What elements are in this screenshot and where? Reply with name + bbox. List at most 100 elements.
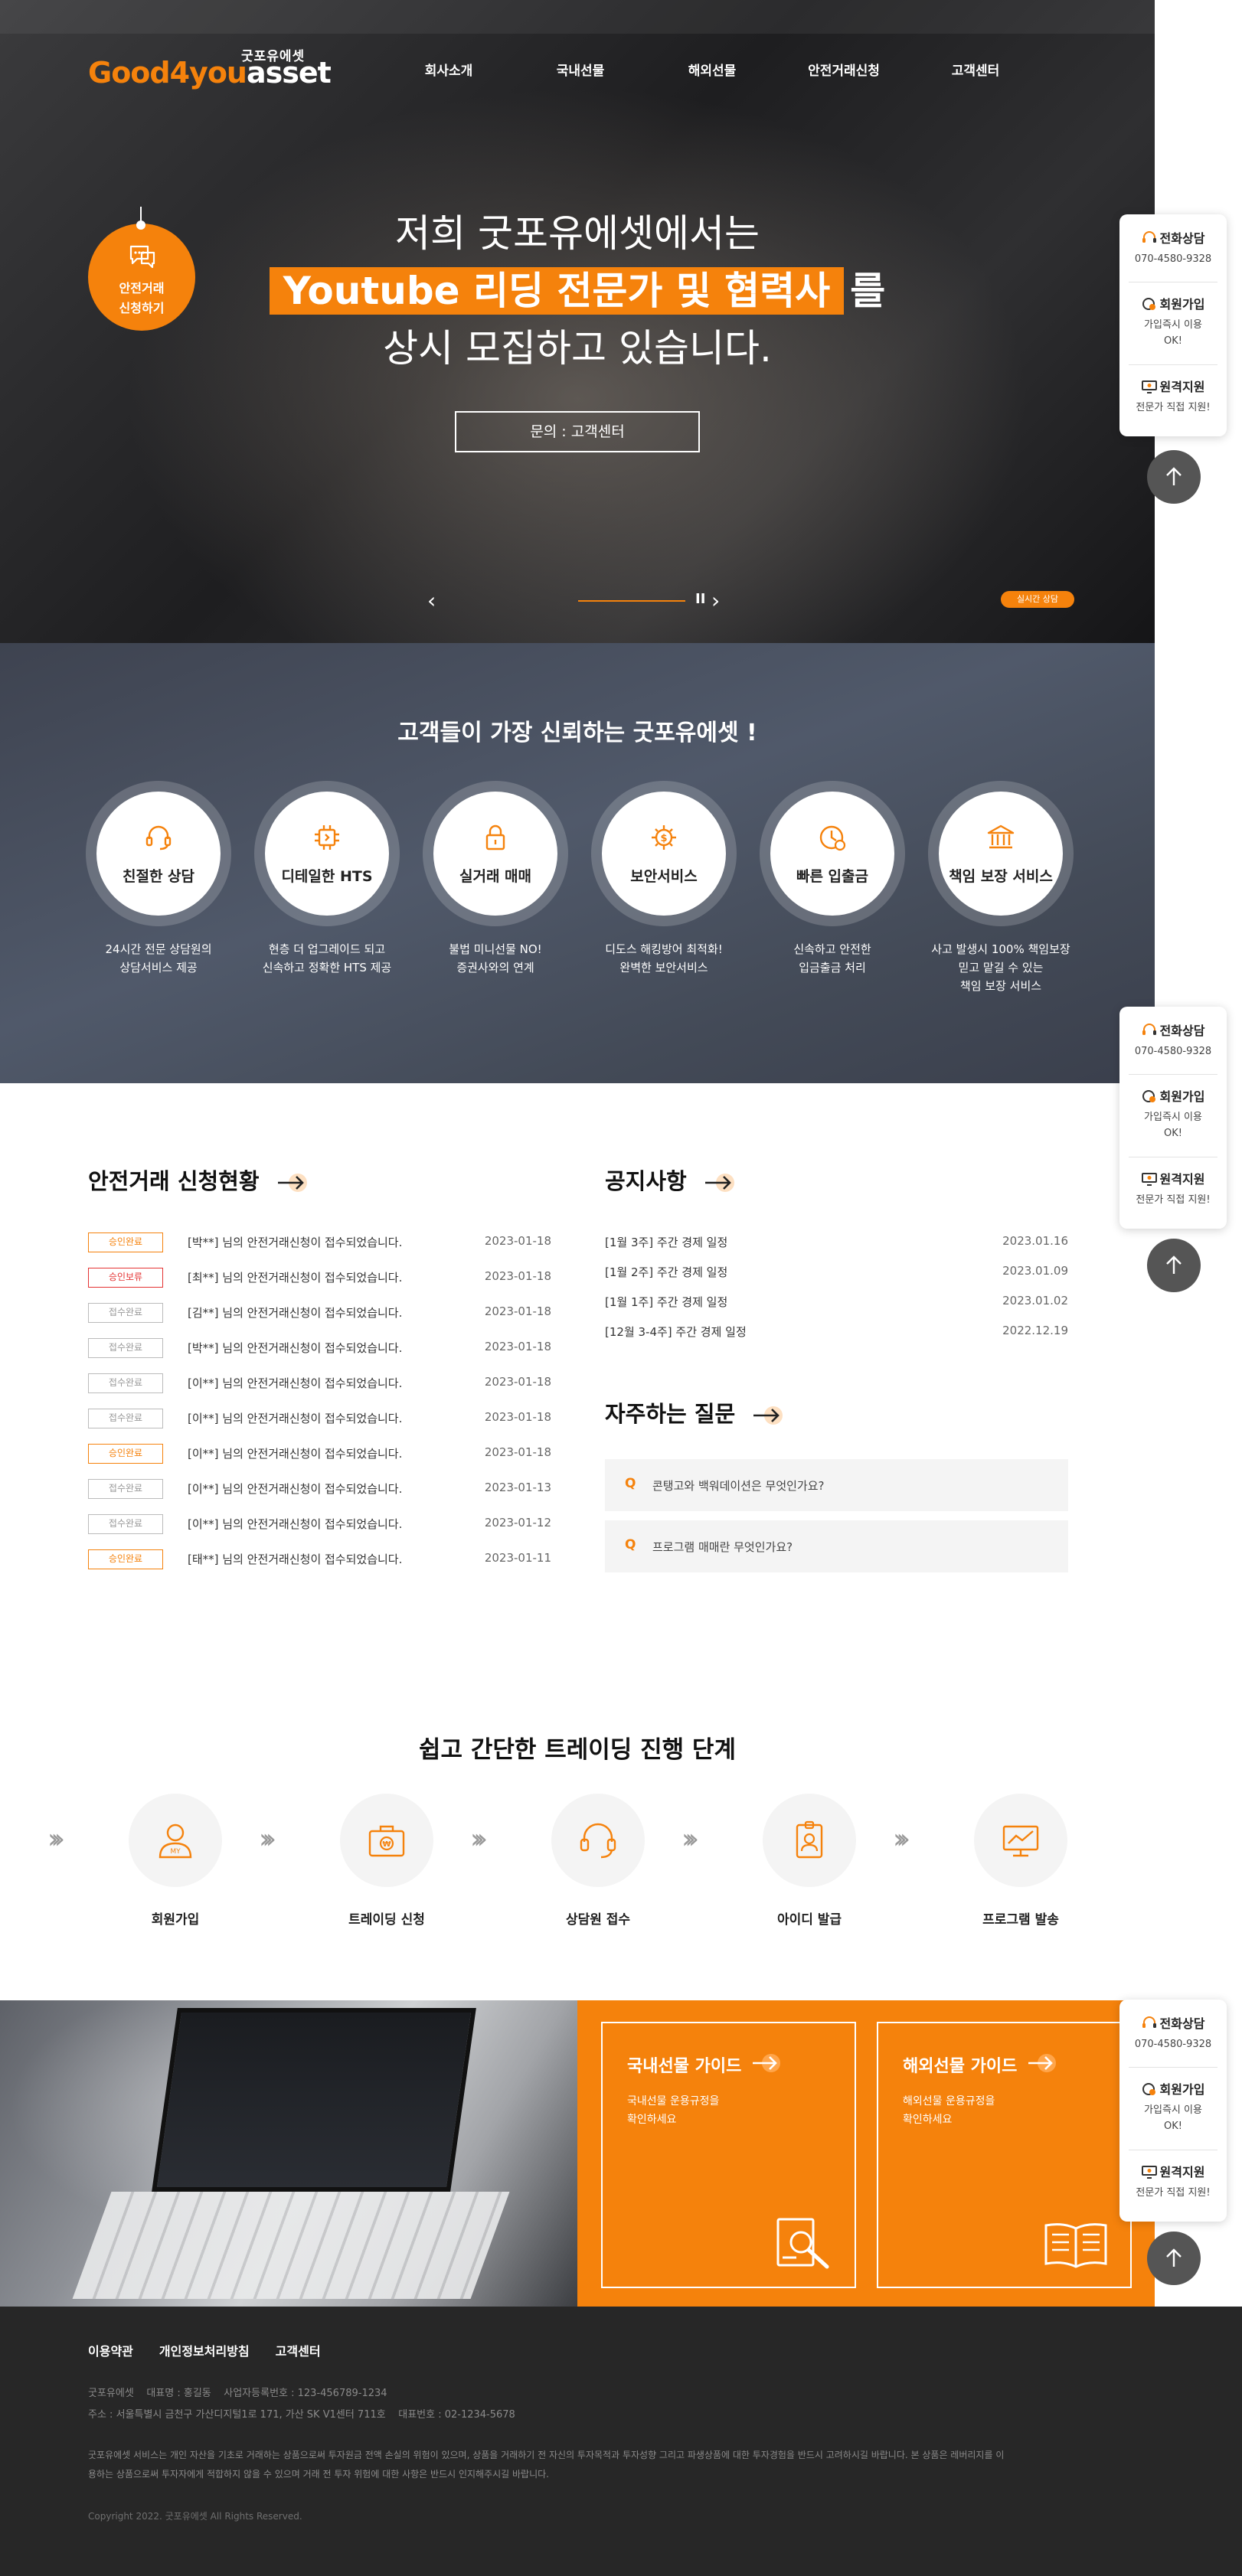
quick-remote[interactable]: 원격지원 전문가 직접 지원! bbox=[1119, 1169, 1227, 1208]
footer-disclaimer: 용하는 상품으로써 투자자에게 적합하지 않을 수 있으며 거래 전 투자 위험… bbox=[88, 2469, 549, 2480]
footer-company-info: 굿포유에셋 대표명 : 홍길동 사업자등록번호 : 123-456789-123… bbox=[88, 2388, 387, 2399]
application-date: 2023-01-18 bbox=[484, 1410, 551, 1424]
keyboard bbox=[72, 2192, 510, 2299]
application-row[interactable]: 접수완료 [이**] 님의 안전거래신청이 접수되었습니다. 2023-01-18 bbox=[88, 1406, 551, 1431]
footer-link-terms[interactable]: 이용약관 bbox=[88, 2341, 133, 2359]
footer-strip bbox=[1155, 2307, 1242, 2576]
status-badge: 승인보류 bbox=[88, 1268, 163, 1288]
application-date: 2023-01-18 bbox=[484, 1340, 551, 1353]
faq-item[interactable]: Q 프로그램 매매란 무엇인가요? bbox=[605, 1520, 1068, 1572]
application-date: 2023-01-18 bbox=[484, 1304, 551, 1318]
overseas-guide-card[interactable]: 해외선물 가이드 해외선물 운용규정을 확인하세요 bbox=[877, 2022, 1132, 2288]
user-plus-icon bbox=[1142, 1090, 1155, 1102]
chip-icon bbox=[315, 825, 339, 850]
footer-link-privacy[interactable]: 개인정보처리방침 bbox=[159, 2341, 250, 2359]
phone-number: 070-4580-9328 bbox=[1134, 1046, 1212, 1057]
nav-item-company[interactable]: 회사소개 bbox=[383, 60, 515, 79]
application-date: 2023-01-13 bbox=[484, 1481, 551, 1494]
status-badge: 접수완료 bbox=[88, 1514, 163, 1534]
feature-name: 실거래 매매 bbox=[459, 868, 531, 885]
step-label: 상담원 접수 bbox=[565, 1912, 631, 1928]
footer-link-support[interactable]: 고객센터 bbox=[276, 2341, 321, 2359]
guide-section: 국내선물 가이드 국내선물 운용규정을 확인하세요 해외선물 가이드 해외선물 운… bbox=[577, 2000, 1155, 2307]
feature-card: $ 보안서비스 디도스 해킹방어 최적화! 완벽한 보안서비스 bbox=[591, 781, 737, 977]
faq-item[interactable]: Q 콘탱고와 백워데이션은 무엇인가요? bbox=[605, 1459, 1068, 1511]
svg-text:$: $ bbox=[660, 833, 667, 844]
nav-item-customer-center[interactable]: 고객센터 bbox=[910, 60, 1041, 79]
application-row[interactable]: 접수완료 [박**] 님의 안전거래신청이 접수되었습니다. 2023-01-18 bbox=[88, 1336, 551, 1360]
hero-highlight: Youtube 리딩 전문가 및 협력사 bbox=[269, 267, 845, 315]
hero-contact-button[interactable]: 문의 : 고객센터 bbox=[455, 411, 700, 452]
application-row[interactable]: 접수완료 [이**] 님의 안전거래신청이 접수되었습니다. 2023-01-12 bbox=[88, 1512, 551, 1536]
bank-icon bbox=[987, 824, 1015, 849]
steps-title: 쉽고 간단한 트레이딩 진행 단계 bbox=[419, 1736, 736, 1764]
faq-title[interactable]: 자주하는 질문 bbox=[605, 1396, 784, 1428]
application-row[interactable]: 승인보류 [최**] 님의 안전거래신청이 접수되었습니다. 2023-01-18 bbox=[88, 1265, 551, 1290]
quick-phone[interactable]: 전화상담 070-4580-9328 bbox=[1119, 1020, 1227, 1059]
feature-card: 디테일한 HTS 현층 더 업그레이드 되고 신속하고 정확한 HTS 제공 bbox=[254, 781, 400, 977]
nav-item-safe-trade[interactable]: 안전거래신청 bbox=[778, 60, 910, 79]
application-row[interactable]: 승인완료 [이**] 님의 안전거래신청이 접수되었습니다. 2023-01-18 bbox=[88, 1441, 551, 1466]
application-date: 2023-01-18 bbox=[484, 1234, 551, 1248]
feature-card: 책임 보장 서비스 사고 발생시 100% 책임보장 믿고 맡길 수 있는 책임 보… bbox=[928, 781, 1074, 995]
chevrons-icon: ››› bbox=[47, 1823, 65, 1855]
laptop-screen bbox=[152, 2008, 476, 2192]
quick-join[interactable]: 회원가입 가입즉시 이용 OK! bbox=[1119, 294, 1227, 349]
slider-prev-icon[interactable]: ‹ bbox=[427, 588, 436, 613]
quick-remote[interactable]: 원격지원 전문가 직접 지원! bbox=[1119, 377, 1227, 416]
notice-row[interactable]: [1월 1주] 주간 경제 일정 2023.01.02 bbox=[605, 1294, 1068, 1317]
application-row[interactable]: 접수완료 [이**] 님의 안전거래신청이 접수되었습니다. 2023-01-18 bbox=[88, 1371, 551, 1396]
nav-item-overseas-futures[interactable]: 해외선물 bbox=[646, 60, 778, 79]
domestic-guide-card[interactable]: 국내선물 가이드 국내선물 운용규정을 확인하세요 bbox=[601, 2022, 856, 2288]
nav-item-domestic-futures[interactable]: 국내선물 bbox=[515, 60, 646, 79]
monitor-icon bbox=[1141, 1173, 1157, 1186]
trust-section: 고객들이 가장 신뢰하는 굿포유에셋 ! 친절한 상담 24시간 전문 상담원의… bbox=[0, 643, 1155, 1083]
coin-gear-icon: $ bbox=[652, 825, 676, 850]
applications-title[interactable]: 안전거래 신청현황 bbox=[88, 1164, 309, 1196]
scroll-top-button[interactable] bbox=[1147, 2232, 1201, 2285]
feature-desc: 현층 더 업그레이드 되고 신속하고 정확한 HTS 제공 bbox=[262, 942, 392, 975]
magnifier-document-icon bbox=[776, 2218, 829, 2269]
quick-join[interactable]: 회원가입 가입즉시 이용 OK! bbox=[1119, 2079, 1227, 2134]
quick-remote[interactable]: 원격지원 전문가 직접 지원! bbox=[1119, 2162, 1227, 2201]
faq-question: 프로그램 매매란 무엇인가요? bbox=[652, 1540, 793, 1554]
notice-row[interactable]: [1월 2주] 주간 경제 일정 2023.01.09 bbox=[605, 1264, 1068, 1287]
quick-menu: 전화상담 070-4580-9328 회원가입 가입즉시 이용 OK! 원격지원 … bbox=[1119, 2000, 1227, 2222]
notice-date: 2023.01.02 bbox=[1002, 1294, 1068, 1308]
step-label: 프로그램 발송 bbox=[982, 1912, 1059, 1928]
application-row[interactable]: 접수완료 [김**] 님의 안전거래신청이 접수되었습니다. 2023-01-18 bbox=[88, 1301, 551, 1325]
slider-pause-icon[interactable]: II bbox=[695, 591, 705, 607]
application-row[interactable]: 승인완료 [박**] 님의 안전거래신청이 접수되었습니다. 2023-01-18 bbox=[88, 1230, 551, 1255]
step-item: 프로그램 발송 bbox=[944, 1794, 1097, 1928]
application-row[interactable]: 접수완료 [이**] 님의 안전거래신청이 접수되었습니다. 2023-01-13 bbox=[88, 1477, 551, 1501]
quick-phone[interactable]: 전화상담 070-4580-9328 bbox=[1119, 2013, 1227, 2052]
headset-icon bbox=[580, 1823, 616, 1859]
notice-title: [1월 2주] 주간 경제 일정 bbox=[605, 1265, 728, 1279]
quick-phone[interactable]: 전화상담 070-4580-9328 bbox=[1119, 228, 1227, 267]
slider-next-icon[interactable]: › bbox=[711, 588, 720, 613]
application-text: [박**] 님의 안전거래신청이 접수되었습니다. bbox=[188, 1341, 403, 1355]
feature-desc: 24시간 전문 상담원의 상담서비스 제공 bbox=[105, 942, 212, 975]
status-badge: 접수완료 bbox=[88, 1303, 163, 1323]
logo[interactable]: 굿포유에셋 Good4youasset bbox=[88, 42, 332, 90]
live-chat-badge[interactable]: 실시간 상담 bbox=[1001, 591, 1074, 608]
quick-join[interactable]: 회원가입 가입즉시 이용 OK! bbox=[1119, 1086, 1227, 1141]
notices-title[interactable]: 공지사항 bbox=[605, 1164, 736, 1196]
notice-row[interactable]: [12월 3-4주] 주간 경제 일정 2022.12.19 bbox=[605, 1324, 1068, 1347]
application-row[interactable]: 승인완료 [태**] 님의 안전거래신청이 접수되었습니다. 2023-01-11 bbox=[88, 1547, 551, 1572]
scroll-top-button[interactable] bbox=[1147, 1239, 1201, 1292]
chevrons-icon: ››› bbox=[681, 1823, 699, 1855]
phone-number: 070-4580-9328 bbox=[1134, 253, 1212, 265]
scroll-top-button[interactable] bbox=[1147, 450, 1201, 504]
hero-section: 굿포유에셋 Good4youasset 회사소개 국내선물 해외선물 안전거래신… bbox=[0, 0, 1155, 643]
headset-icon bbox=[1142, 231, 1156, 243]
phone-number: 070-4580-9328 bbox=[1134, 2039, 1212, 2050]
arrow-up-icon bbox=[1166, 467, 1182, 485]
chevrons-icon: ››› bbox=[893, 1823, 910, 1855]
arrow-right-icon bbox=[1028, 2054, 1056, 2072]
lock-icon bbox=[485, 824, 505, 851]
notice-row[interactable]: [1월 3주] 주간 경제 일정 2023.01.16 bbox=[605, 1234, 1068, 1257]
status-badge: 접수완료 bbox=[88, 1373, 163, 1393]
application-text: [김**] 님의 안전거래신청이 접수되었습니다. bbox=[188, 1306, 403, 1320]
feature-name: 빠른 입출금 bbox=[796, 868, 868, 885]
